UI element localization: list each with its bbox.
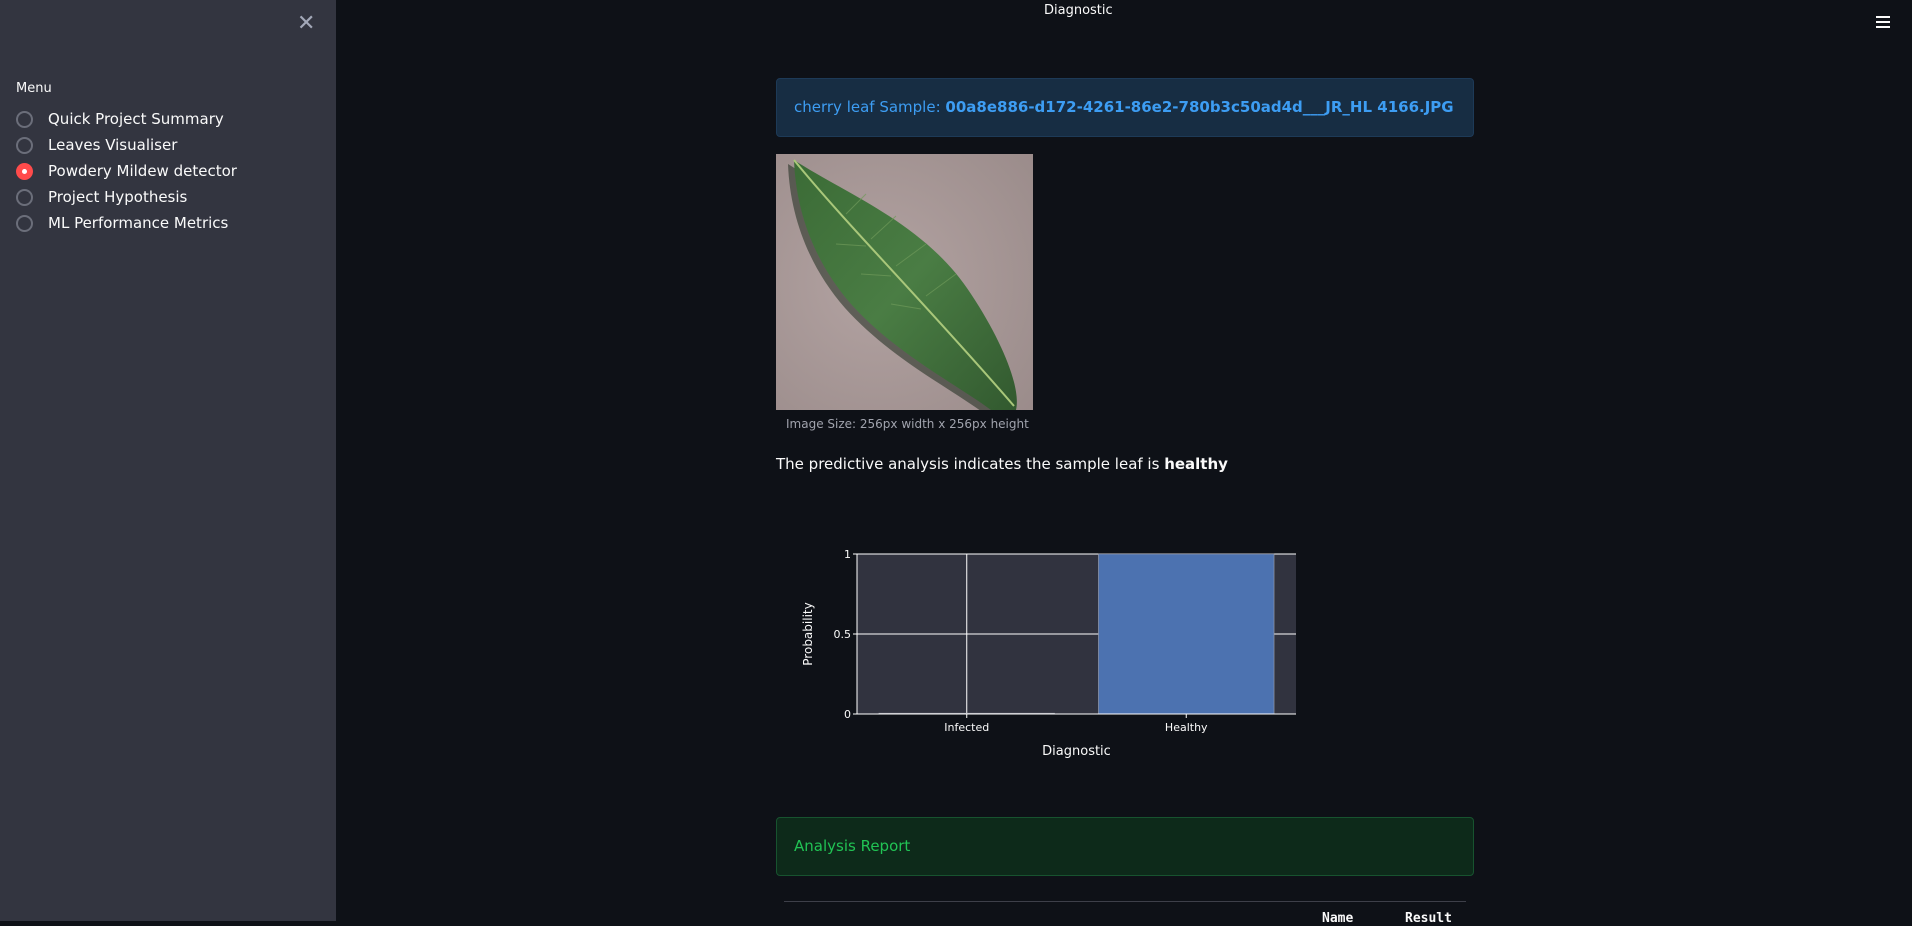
analysis-report-box: Analysis Report (776, 817, 1474, 876)
radio-unselected-icon[interactable] (16, 137, 33, 154)
radio-unselected-icon[interactable] (16, 111, 33, 128)
x-axis-label: Diagnostic (1042, 744, 1111, 759)
menu-option-label: Project Hypothesis (48, 188, 188, 206)
menu-radio-group: Quick Project Summary Leaves Visualiser Po… (16, 107, 316, 237)
sidebar: ✕ Menu Quick Project Summary Leaves Visua… (0, 0, 336, 921)
x-tick-label-healthy: Healthy (1165, 721, 1208, 734)
table-top-border (784, 901, 1466, 902)
radio-unselected-icon[interactable] (16, 189, 33, 206)
radio-selected-icon[interactable] (16, 163, 33, 180)
radio-unselected-icon[interactable] (16, 215, 33, 232)
prediction-result: healthy (1164, 455, 1228, 473)
y-tick-label: 0.5 (834, 628, 852, 641)
y-axis-label: Probability (801, 602, 815, 665)
image-caption: Image Size: 256px width x 256px height (786, 417, 1029, 431)
prediction-text: The predictive analysis indicates the sa… (776, 455, 1228, 473)
menu-option-project-hypothesis[interactable]: Project Hypothesis (16, 185, 316, 211)
menu-option-powdery-mildew-detector[interactable]: Powdery Mildew detector (16, 159, 316, 185)
sample-info-box: cherry leaf Sample: 00a8e886-d172-4261-8… (776, 78, 1474, 137)
menu-option-label: Leaves Visualiser (48, 136, 178, 154)
y-tick-label: 0 (844, 708, 851, 721)
bar-healthy (1098, 553, 1275, 715)
menu-option-quick-project-summary[interactable]: Quick Project Summary (16, 107, 316, 133)
menu-option-label: Powdery Mildew detector (48, 162, 237, 180)
menu-option-ml-performance-metrics[interactable]: ML Performance Metrics (16, 211, 316, 237)
menu-option-leaves-visualiser[interactable]: Leaves Visualiser (16, 133, 316, 159)
hamburger-menu-icon[interactable] (1876, 16, 1890, 28)
close-sidebar-icon[interactable]: ✕ (297, 12, 315, 36)
menu-label: Menu (16, 81, 52, 96)
chart-title: Diagnostic (1044, 3, 1113, 18)
leaf-sample-image (776, 154, 1033, 410)
probability-bar-chart: 0 0.5 1 Infected Healthy Diagnostic Probabilit… (801, 548, 1296, 759)
analysis-report-title: Analysis Report (794, 837, 911, 855)
table-header-result: Result (1405, 911, 1452, 926)
menu-option-label: ML Performance Metrics (48, 214, 229, 232)
y-tick-label: 1 (844, 548, 851, 561)
sample-filename: 00a8e886-d172-4261-86e2-780b3c50ad4d___J… (945, 98, 1454, 116)
menu-option-label: Quick Project Summary (48, 110, 224, 128)
table-header-name: Name (1322, 911, 1354, 926)
sample-info-text: cherry leaf Sample: 00a8e886-d172-4261-8… (794, 98, 1454, 116)
x-tick-label-infected: Infected (944, 721, 989, 734)
